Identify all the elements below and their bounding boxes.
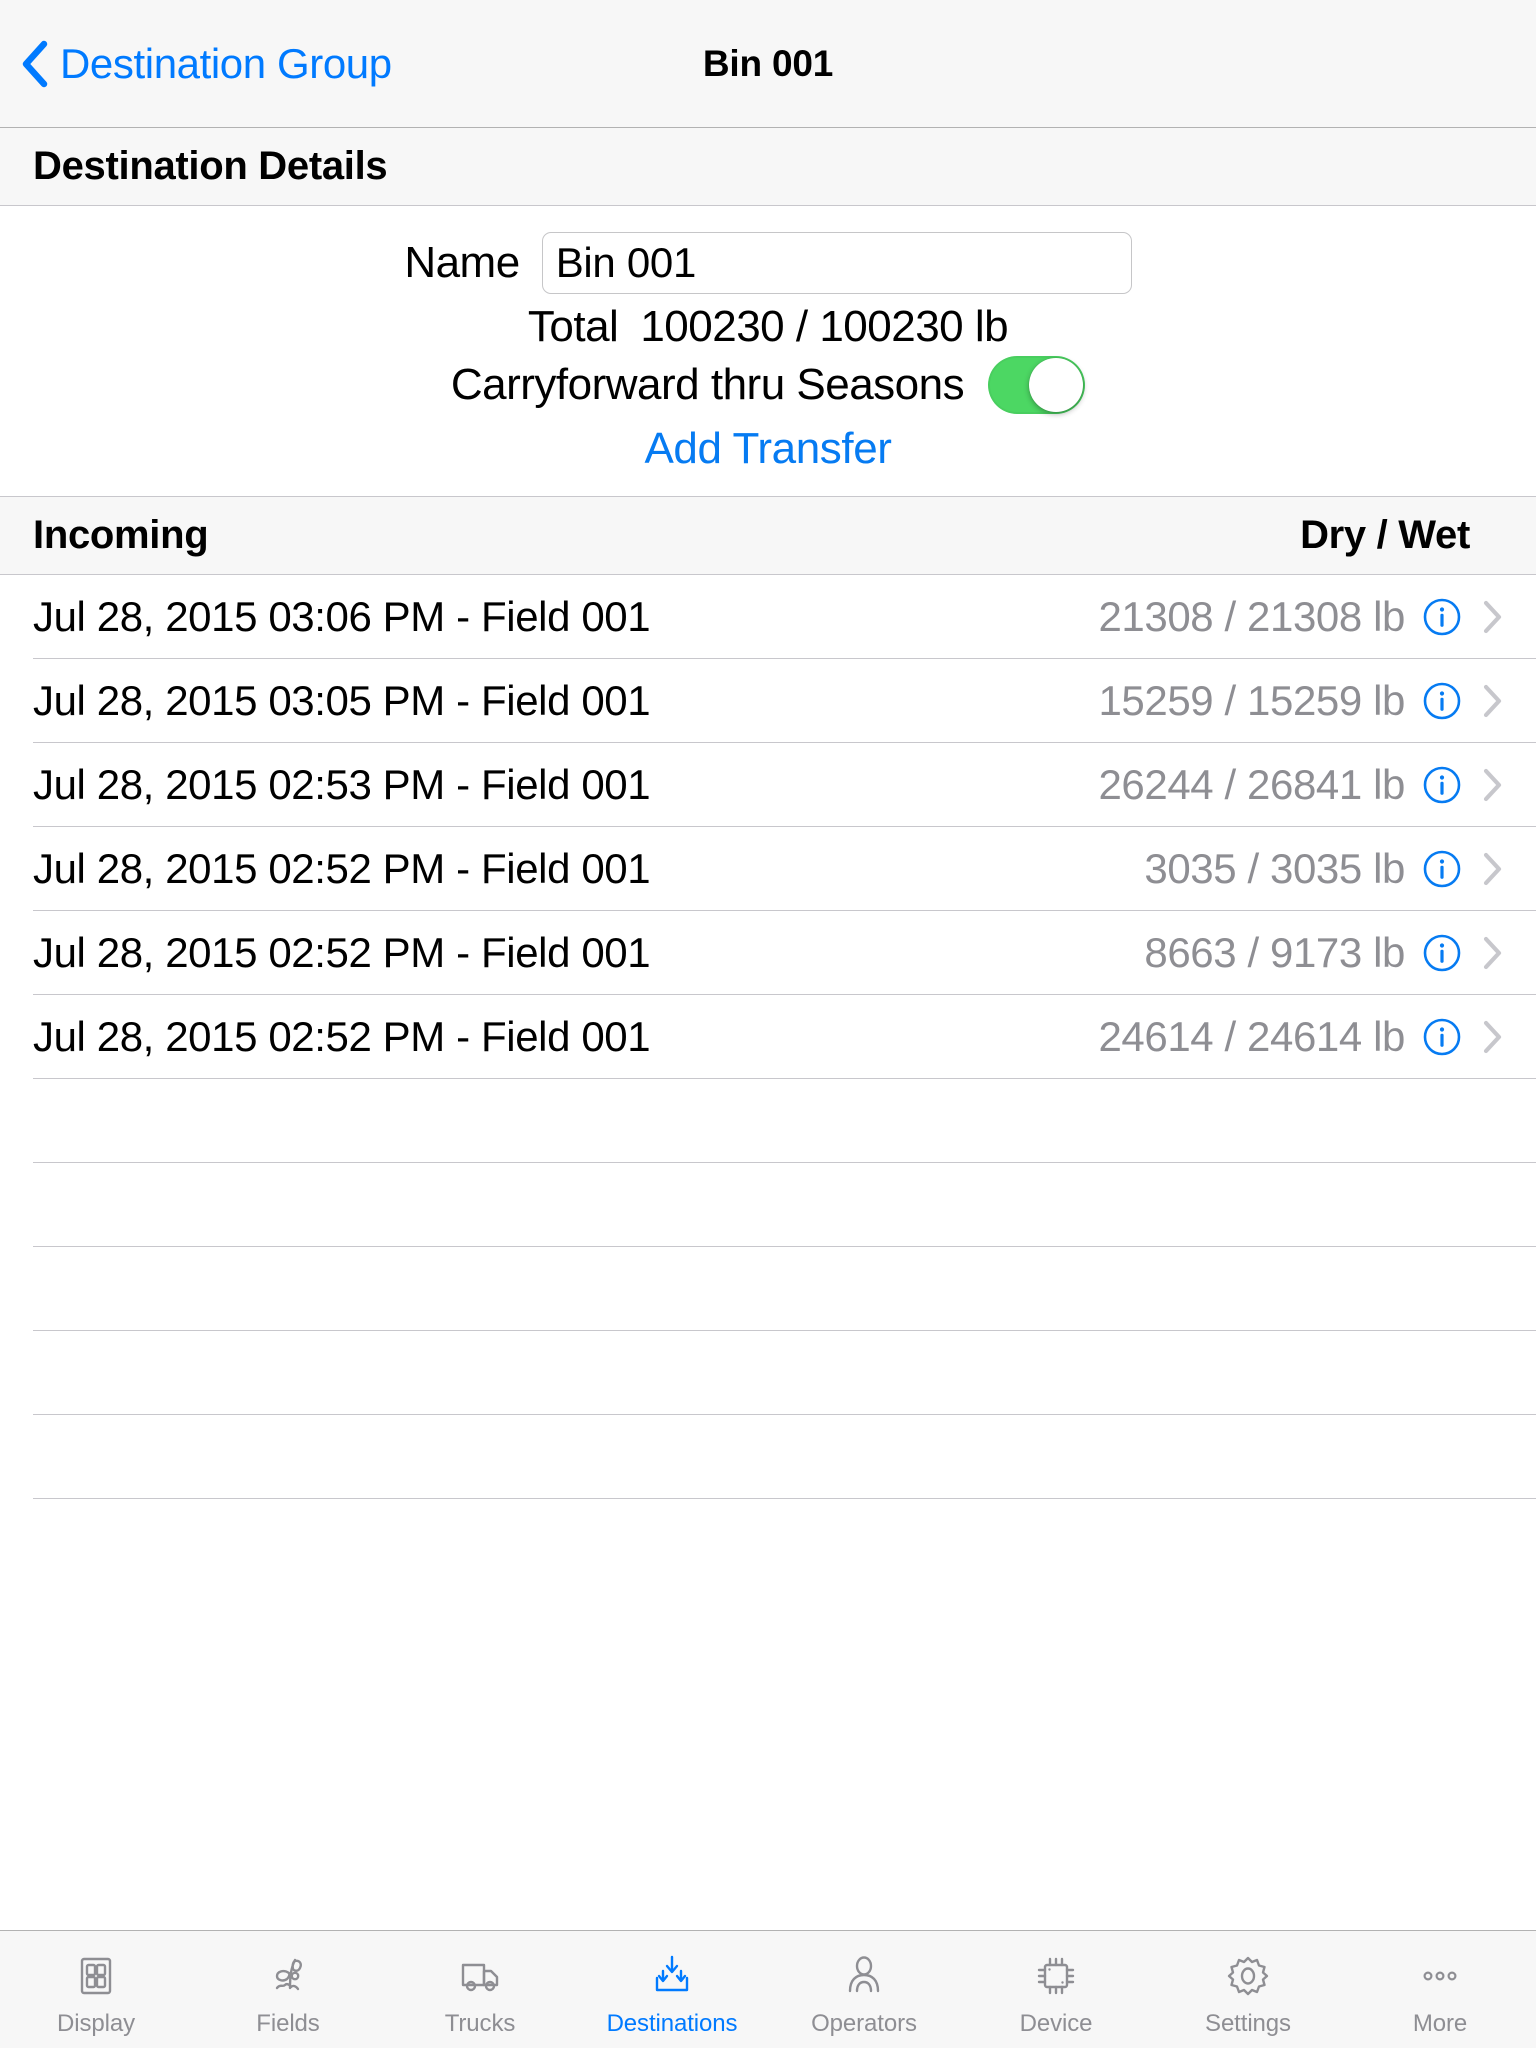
- tab-trucks[interactable]: Trucks: [384, 1931, 576, 2048]
- ellipsis-icon: [1418, 1948, 1462, 2004]
- incoming-entry-label: Jul 28, 2015 02:52 PM - Field 001: [33, 1012, 651, 1060]
- info-circle-icon[interactable]: [1423, 766, 1461, 804]
- name-label: Name: [404, 238, 520, 287]
- chip-icon: [1034, 1948, 1078, 2004]
- info-circle-icon[interactable]: [1423, 682, 1461, 720]
- table-row[interactable]: Jul 28, 2015 02:52 PM - Field 001 24614 /…: [33, 995, 1536, 1079]
- carryforward-row: Carryforward thru Seasons: [0, 356, 1536, 414]
- tab-device[interactable]: Device: [960, 1931, 1152, 2048]
- total-label: Total: [527, 302, 619, 351]
- destination-details-title: Destination Details: [33, 144, 388, 188]
- incoming-entry-label: Jul 28, 2015 02:53 PM - Field 001: [33, 760, 651, 808]
- arrows-into-bin-icon: [650, 1948, 694, 2004]
- tab-settings[interactable]: Settings: [1152, 1931, 1344, 2048]
- tab-fields[interactable]: Fields: [192, 1931, 384, 2048]
- name-input[interactable]: [541, 232, 1132, 294]
- toggle-knob: [1029, 358, 1084, 412]
- incoming-list: Jul 28, 2015 03:06 PM - Field 001 21308 /…: [0, 575, 1536, 1930]
- page-title: Bin 001: [702, 42, 834, 84]
- empty-table-row: [33, 1331, 1536, 1415]
- tab-bar: Display Fields Trucks Destinations Operators…: [0, 1930, 1536, 2048]
- incoming-entry-label: Jul 28, 2015 02:52 PM - Field 001: [33, 844, 651, 892]
- chevron-right-icon: [1483, 936, 1503, 970]
- list-column-header: Incoming Dry / Wet: [0, 497, 1536, 575]
- carryforward-label: Carryforward thru Seasons: [450, 360, 965, 409]
- tab-label: Fields: [256, 2009, 320, 2037]
- destination-details-panel: Name Total 100230 / 100230 lb Carryforwa…: [0, 206, 1536, 497]
- incoming-entry-label: Jul 28, 2015 02:52 PM - Field 001: [33, 928, 651, 976]
- empty-table-row: [33, 1415, 1536, 1499]
- add-transfer-button[interactable]: Add Transfer: [644, 424, 892, 474]
- total-value: 100230 / 100230 lb: [640, 302, 1009, 351]
- incoming-column-header: Incoming: [33, 513, 209, 557]
- tab-display[interactable]: Display: [0, 1931, 192, 2048]
- drywet-column-header: Dry / Wet: [1300, 513, 1470, 557]
- info-circle-icon[interactable]: [1423, 934, 1461, 972]
- chevron-right-icon: [1483, 684, 1503, 718]
- table-row[interactable]: Jul 28, 2015 03:06 PM - Field 001 21308 /…: [33, 575, 1536, 659]
- drywet-value: 26244 / 26841 lb: [1098, 760, 1405, 808]
- drywet-value: 8663 / 9173 lb: [1144, 928, 1405, 976]
- incoming-entry-label: Jul 28, 2015 03:05 PM - Field 001: [33, 676, 651, 724]
- total-row: Total 100230 / 100230 lb: [0, 302, 1536, 352]
- tab-more[interactable]: More: [1344, 1931, 1536, 2048]
- tab-destinations[interactable]: Destinations: [576, 1931, 768, 2048]
- tab-label: Destinations: [606, 2009, 738, 2037]
- display-grid-icon: [74, 1948, 118, 2004]
- info-circle-icon[interactable]: [1423, 850, 1461, 888]
- info-circle-icon[interactable]: [1423, 598, 1461, 636]
- tab-label: Trucks: [444, 2009, 516, 2037]
- info-circle-icon[interactable]: [1423, 1018, 1461, 1056]
- destination-details-header: Destination Details: [0, 128, 1536, 206]
- tab-label: Settings: [1205, 2009, 1291, 2037]
- drywet-value: 15259 / 15259 lb: [1098, 676, 1405, 724]
- empty-table-row: [33, 1163, 1536, 1247]
- chevron-right-icon: [1483, 852, 1503, 886]
- gear-icon: [1226, 1948, 1270, 2004]
- navigation-bar: Destination Group Bin 001: [0, 0, 1536, 128]
- carryforward-toggle[interactable]: [988, 356, 1086, 414]
- table-row[interactable]: Jul 28, 2015 03:05 PM - Field 001 15259 /…: [33, 659, 1536, 743]
- empty-table-row: [33, 1247, 1536, 1331]
- tab-label: Display: [57, 2009, 135, 2037]
- add-transfer-row: Add Transfer: [0, 424, 1536, 474]
- truck-icon: [458, 1948, 502, 2004]
- table-row[interactable]: Jul 28, 2015 02:52 PM - Field 001 3035 / …: [33, 827, 1536, 911]
- drywet-value: 3035 / 3035 lb: [1144, 844, 1405, 892]
- name-row: Name: [0, 232, 1536, 294]
- drywet-value: 24614 / 24614 lb: [1098, 1012, 1405, 1060]
- tab-label: Device: [1019, 2009, 1093, 2037]
- chevron-right-icon: [1483, 1020, 1503, 1054]
- empty-table-row: [33, 1079, 1536, 1163]
- chevron-right-icon: [1483, 600, 1503, 634]
- app-screen: Destination Group Bin 001 Destination De…: [0, 0, 1536, 2048]
- tab-label: Operators: [811, 2009, 917, 2037]
- incoming-entry-label: Jul 28, 2015 03:06 PM - Field 001: [33, 592, 651, 640]
- tab-label: More: [1412, 2009, 1468, 2037]
- tab-operators[interactable]: Operators: [768, 1931, 960, 2048]
- drywet-value: 21308 / 21308 lb: [1098, 592, 1405, 640]
- person-icon: [842, 1948, 886, 2004]
- plant-sprout-icon: [266, 1948, 310, 2004]
- chevron-right-icon: [1483, 768, 1503, 802]
- table-row[interactable]: Jul 28, 2015 02:52 PM - Field 001 8663 / …: [33, 911, 1536, 995]
- table-row[interactable]: Jul 28, 2015 02:53 PM - Field 001 26244 /…: [33, 743, 1536, 827]
